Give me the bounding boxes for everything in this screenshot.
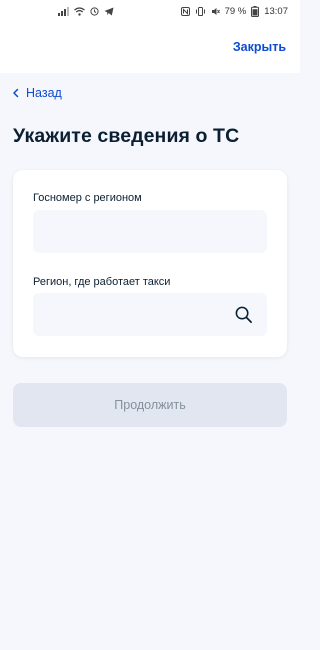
telegram-icon — [104, 7, 114, 16]
back-button[interactable]: Назад — [12, 86, 62, 100]
clock: 13:07 — [264, 5, 288, 17]
region-input[interactable] — [33, 293, 267, 336]
search-icon[interactable] — [234, 305, 253, 324]
status-bar: 79 % 13:07 — [0, 0, 300, 22]
page-title: Укажите сведения о ТС — [13, 125, 240, 147]
status-bar-left — [58, 6, 114, 16]
nfc-icon — [180, 6, 190, 16]
form-card: Госномер с регионом Регион, где работает… — [13, 170, 287, 357]
region-field-label: Регион, где работает такси — [33, 276, 171, 288]
battery-percent: 79 % — [224, 5, 247, 17]
wifi-icon — [74, 6, 85, 16]
status-bar-right: 79 % 13:07 — [180, 5, 288, 17]
continue-button[interactable]: Продолжить — [13, 383, 287, 427]
battery-icon — [251, 5, 260, 17]
plate-input[interactable] — [33, 210, 267, 253]
mute-icon — [211, 7, 220, 16]
back-label: Назад — [26, 86, 62, 100]
signal-icon — [58, 6, 69, 16]
vibrate-icon — [195, 6, 206, 16]
top-bar: Закрыть — [0, 22, 300, 73]
close-button[interactable]: Закрыть — [233, 40, 286, 54]
chevron-left-icon — [12, 88, 20, 98]
plate-field-label: Госномер с регионом — [33, 192, 142, 204]
alarm-icon — [90, 6, 99, 16]
